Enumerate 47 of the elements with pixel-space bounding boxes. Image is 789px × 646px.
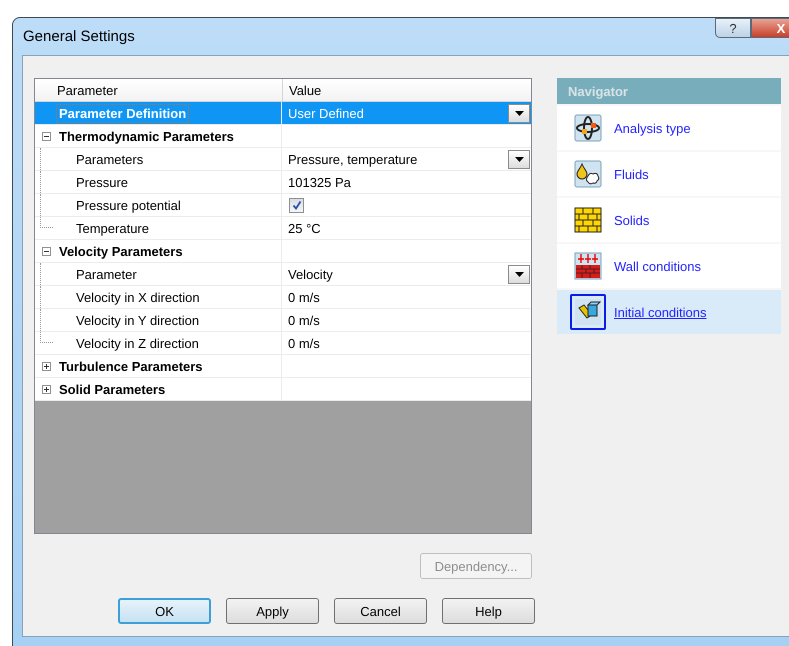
property-value[interactable]: 0 m/s [288,312,531,328]
brick-wall-icon [574,206,602,234]
dialog-button[interactable]: Help [442,598,535,624]
navigator-link[interactable]: Wall conditions [614,258,701,274]
property-name[interactable]: Velocity in Z direction [74,334,201,352]
dropdown-button[interactable] [508,264,530,284]
property-name[interactable]: Velocity in Y direction [74,312,202,328]
property-value[interactable]: Velocity [288,266,508,282]
expand-icon[interactable] [42,384,50,394]
property-name[interactable]: Solid Parameters [57,380,168,398]
property-value[interactable]: 0 m/s [288,290,531,304]
dialog-button[interactable]: Cancel [334,598,427,624]
caret-icon [514,156,524,162]
dropdown-button[interactable] [508,104,530,122]
column-header: Parameter [35,79,283,101]
panel-title: Navigator [557,78,781,104]
window-title: General Settings [23,28,135,45]
droplet-cloud-icon [574,160,602,188]
caret-icon [514,110,524,116]
property-name[interactable]: Velocity in X direction [74,288,202,306]
property-name[interactable]: Temperature [74,220,151,236]
navigator-link[interactable]: Initial conditions [614,304,706,320]
dialog-button[interactable]: OK [118,598,211,624]
property-name[interactable]: Pressure potential [74,196,183,214]
navigator-link[interactable]: Analysis type [614,120,691,136]
property-value[interactable]: 25 °C [288,220,531,236]
property-name[interactable]: Velocity Parameters [57,242,185,260]
cube-icon [574,298,602,326]
property-value[interactable]: 0 m/s [288,336,531,350]
navigator-link[interactable]: Solids [614,212,650,228]
property-value[interactable]: 101325 Pa [288,174,531,190]
dialog-button[interactable]: Apply [226,598,319,624]
atom-icon [574,114,602,142]
property-name[interactable]: Parameters [74,150,146,168]
heated-wall-icon [574,252,602,280]
caret-icon [514,272,524,276]
dropdown-button[interactable] [508,150,530,168]
collapse-icon[interactable] [42,246,50,256]
help-button[interactable]: ? [715,18,751,38]
column-header: Value [288,82,322,100]
property-value[interactable]: Pressure, temperature [288,152,508,166]
navigator-link[interactable]: Fluids [614,166,649,182]
checkbox[interactable] [289,198,304,212]
property-name[interactable]: Parameter [74,266,139,282]
expand-icon[interactable] [42,362,50,370]
collapse-icon[interactable] [42,132,50,140]
property-name[interactable]: Pressure [74,174,130,190]
